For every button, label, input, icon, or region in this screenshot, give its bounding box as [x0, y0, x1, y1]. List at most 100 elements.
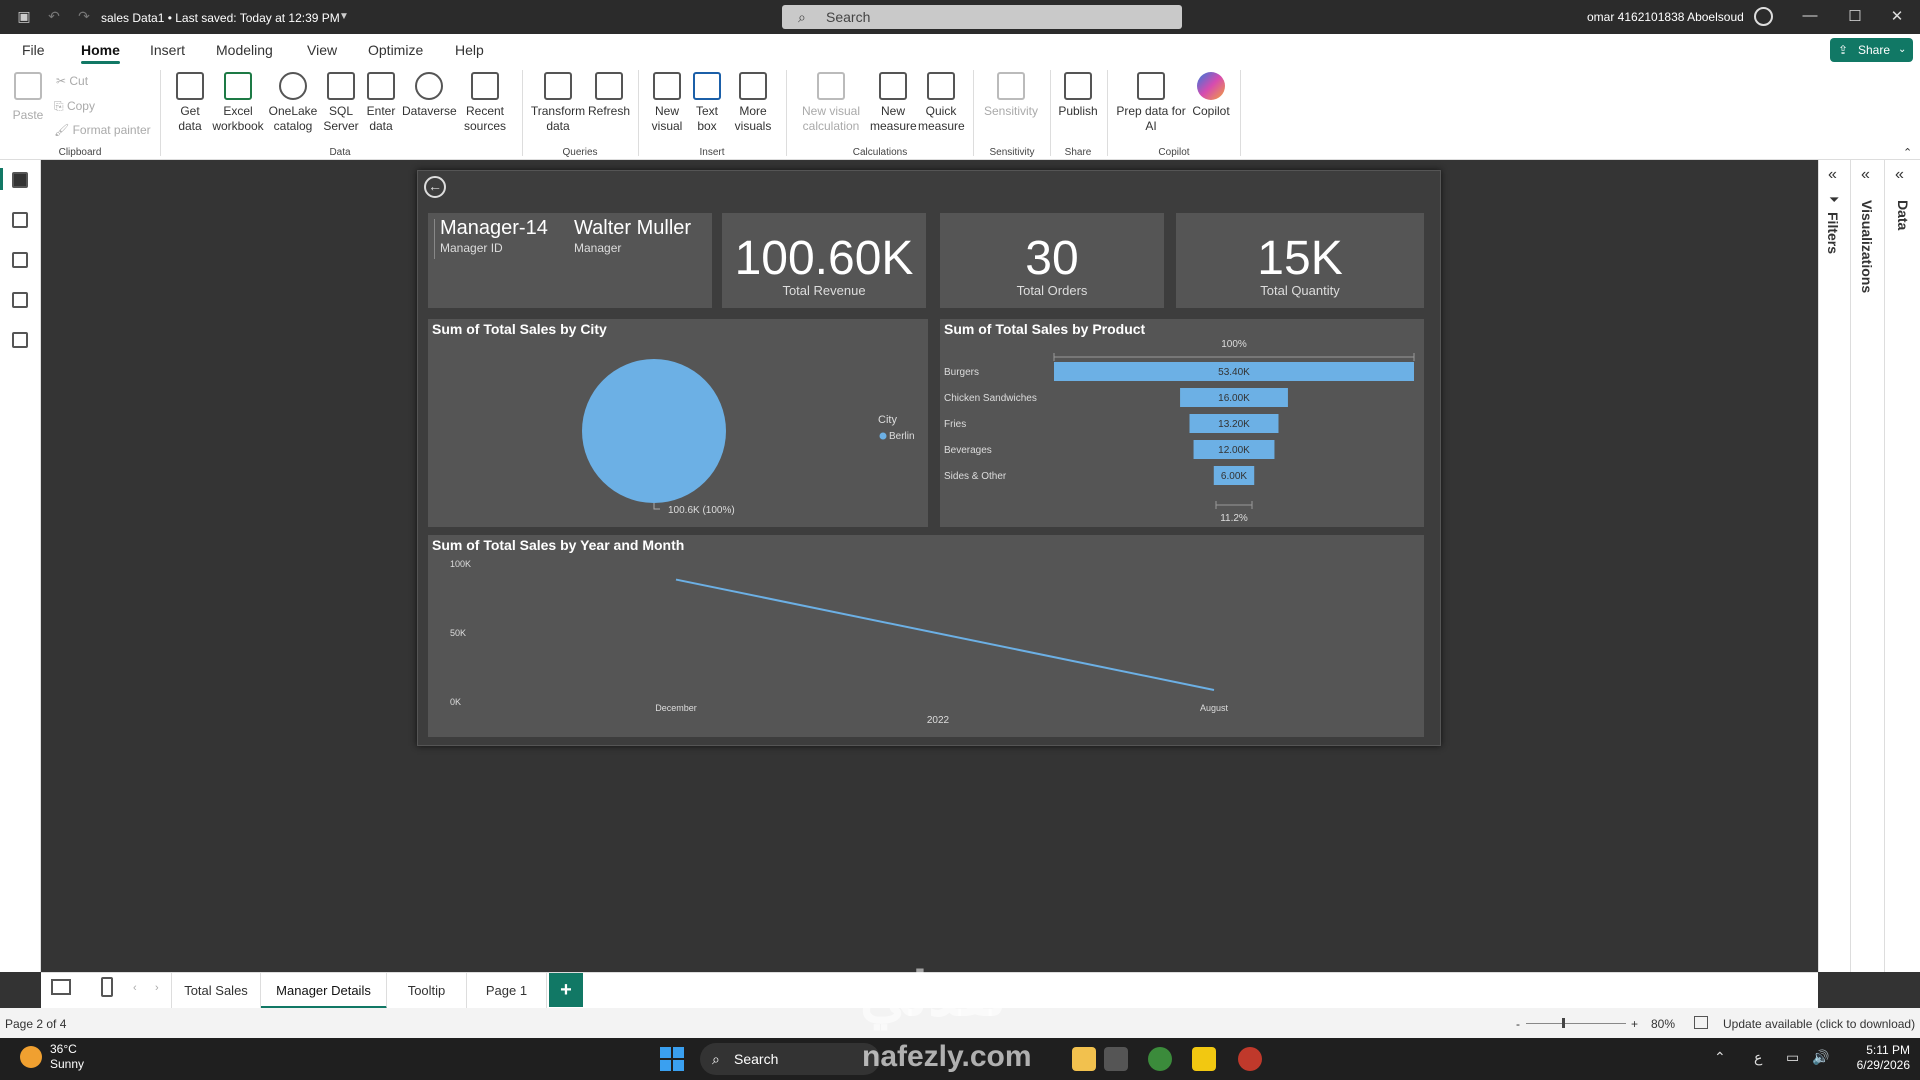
tab-file[interactable]: File [22, 42, 45, 58]
expand-filters-icon[interactable]: « [1828, 166, 1837, 184]
new-measure-button[interactable]: New measure [870, 72, 917, 134]
chrome-profile-icon[interactable] [1238, 1047, 1262, 1071]
volume-icon[interactable]: 🔊 [1812, 1049, 1829, 1066]
filters-pane-collapsed[interactable]: « ⏷ Filters [1819, 160, 1851, 972]
tab-modeling[interactable]: Modeling [216, 42, 273, 58]
kpi-card-quantity[interactable]: 15K Total Quantity [1176, 213, 1424, 308]
search-box[interactable]: ⌕ Search [782, 5, 1182, 29]
zoom-in-button[interactable]: + [1631, 1017, 1638, 1031]
minimize-icon[interactable]: — [1800, 7, 1820, 24]
zoom-out-button[interactable]: - [1516, 1017, 1520, 1031]
weather-widget[interactable]: 36°C Sunny [50, 1042, 84, 1072]
zoom-slider-track[interactable] [1526, 1023, 1626, 1024]
sales-trend-line-chart[interactable]: Sum of Total Sales by Year and Month 202… [428, 535, 1424, 737]
tab-home[interactable]: Home [81, 42, 120, 64]
expand-data-icon[interactable]: « [1895, 166, 1904, 184]
weather-icon[interactable] [20, 1046, 42, 1068]
fit-to-page-icon[interactable] [1694, 1016, 1708, 1029]
sensitivity-button[interactable]: Sensitivity [980, 72, 1042, 119]
kpi-card-revenue[interactable]: 100.60K Total Revenue [722, 213, 926, 308]
sql-server-button[interactable]: SQL Server [322, 72, 360, 134]
manager-card[interactable]: Manager-14 Manager ID Walter Muller Mana… [428, 213, 712, 308]
kpi-card-orders[interactable]: 30 Total Orders [940, 213, 1164, 308]
visualizations-pane-label[interactable]: Visualizations [1859, 200, 1875, 293]
manager-id-label: Manager ID [440, 241, 503, 255]
start-button[interactable] [660, 1047, 684, 1071]
report-view-icon[interactable] [12, 172, 28, 188]
transform-data-button[interactable]: Transform data [530, 72, 586, 134]
get-data-button[interactable]: Get data [170, 72, 210, 134]
dataverse-button[interactable]: Dataverse [402, 72, 457, 119]
copy-button[interactable]: ⎘ Copy [54, 99, 95, 114]
page-tab-total-sales[interactable]: Total Sales [171, 973, 261, 1009]
table-view-icon[interactable] [12, 212, 28, 228]
paste-button[interactable]: Paste [10, 72, 46, 123]
filters-pane-label[interactable]: Filters [1825, 212, 1841, 254]
excel-workbook-button[interactable]: Excel workbook [210, 72, 266, 134]
city-pie-chart[interactable]: Sum of Total Sales by City 100.6K (100%)… [428, 319, 928, 527]
taskbar-search[interactable]: ⌕ Search [700, 1043, 880, 1075]
zoom-level[interactable]: 80% [1651, 1017, 1675, 1031]
legend-item-berlin[interactable]: Berlin [889, 431, 915, 442]
maximize-icon[interactable]: ☐ [1845, 7, 1865, 25]
document-dropdown-icon[interactable]: ▼ [336, 9, 352, 25]
share-button[interactable]: ⇪ Share ⌄ [1830, 38, 1913, 62]
chrome-icon[interactable] [1148, 1047, 1172, 1071]
avatar[interactable] [1754, 7, 1773, 26]
cut-button[interactable]: ✂ Cut [56, 74, 88, 88]
undo-icon[interactable]: ↶ [46, 8, 62, 24]
power-bi-icon[interactable] [1192, 1047, 1216, 1071]
update-notice[interactable]: Update available (click to download) [1723, 1017, 1915, 1031]
show-hidden-icons-icon[interactable]: ⌃ [1714, 1049, 1726, 1066]
format-painter-button[interactable]: 🖌 Format painter [54, 123, 151, 137]
product-funnel-chart[interactable]: Sum of Total Sales by Product 100% 11.2%… [940, 319, 1424, 527]
new-visual-calculation-button[interactable]: New visual calculation [794, 72, 868, 134]
model-view-icon[interactable] [12, 252, 28, 268]
system-clock[interactable]: 5:11 PM 6/29/2026 [1840, 1043, 1910, 1073]
page-tab-page-1[interactable]: Page 1 [467, 973, 547, 1009]
page-tab-tooltip[interactable]: Tooltip [387, 973, 467, 1009]
page-tab-manager-details[interactable]: Manager Details [261, 973, 387, 1009]
onelake-catalog-button[interactable]: OneLake catalog [266, 72, 320, 134]
more-visuals-button[interactable]: More visuals [728, 72, 778, 134]
tab-help[interactable]: Help [455, 42, 484, 58]
desktop-layout-icon[interactable] [51, 979, 71, 995]
document-title[interactable]: sales Data1 • Last saved: Today at 12:39… [101, 11, 340, 25]
back-button[interactable]: ← [424, 176, 446, 198]
recent-sources-button[interactable]: Recent sources [458, 72, 512, 134]
zoom-slider-thumb[interactable] [1562, 1018, 1565, 1028]
tab-view[interactable]: View [307, 42, 337, 58]
tab-insert[interactable]: Insert [150, 42, 185, 58]
refresh-button[interactable]: Refresh [586, 72, 632, 119]
prev-page-icon[interactable]: ‹ [133, 982, 137, 994]
collapse-ribbon-icon[interactable]: ⌃ [1903, 146, 1912, 159]
store-icon[interactable] [1104, 1047, 1128, 1071]
calculator-icon [879, 72, 907, 100]
quick-measure-button[interactable]: Quick measure [918, 72, 965, 134]
language-indicator-icon[interactable]: ع [1754, 1049, 1762, 1066]
sales-trend-line[interactable] [675, 578, 1215, 691]
dax-query-view-icon[interactable] [12, 292, 28, 308]
close-icon[interactable]: ✕ [1887, 7, 1907, 25]
user-name[interactable]: omar 4162101838 Aboelsoud [1587, 10, 1744, 24]
add-page-button[interactable]: + [549, 973, 583, 1007]
redo-icon[interactable]: ↷ [76, 8, 92, 24]
new-visual-button[interactable]: New visual [648, 72, 686, 134]
tmdl-view-icon[interactable] [12, 332, 28, 348]
visualizations-pane-collapsed[interactable]: « Visualizations [1851, 160, 1885, 972]
data-pane-label[interactable]: Data [1895, 200, 1911, 230]
enter-data-button[interactable]: Enter data [362, 72, 400, 134]
file-explorer-icon[interactable] [1072, 1047, 1096, 1071]
copilot-button[interactable]: Copilot [1188, 72, 1234, 119]
expand-visualizations-icon[interactable]: « [1861, 166, 1870, 184]
network-icon[interactable]: ▭ [1786, 1049, 1799, 1066]
save-icon[interactable]: ▣ [16, 8, 32, 24]
pie-slice-berlin[interactable] [582, 359, 726, 503]
text-box-button[interactable]: Text box [688, 72, 726, 134]
data-pane-collapsed[interactable]: « Data [1885, 160, 1920, 972]
publish-button[interactable]: Publish [1056, 72, 1100, 119]
tab-optimize[interactable]: Optimize [368, 42, 423, 58]
prep-data-for-ai-button[interactable]: Prep data for AI [1114, 72, 1188, 134]
mobile-layout-icon[interactable] [101, 977, 113, 997]
next-page-icon[interactable]: › [155, 982, 159, 994]
